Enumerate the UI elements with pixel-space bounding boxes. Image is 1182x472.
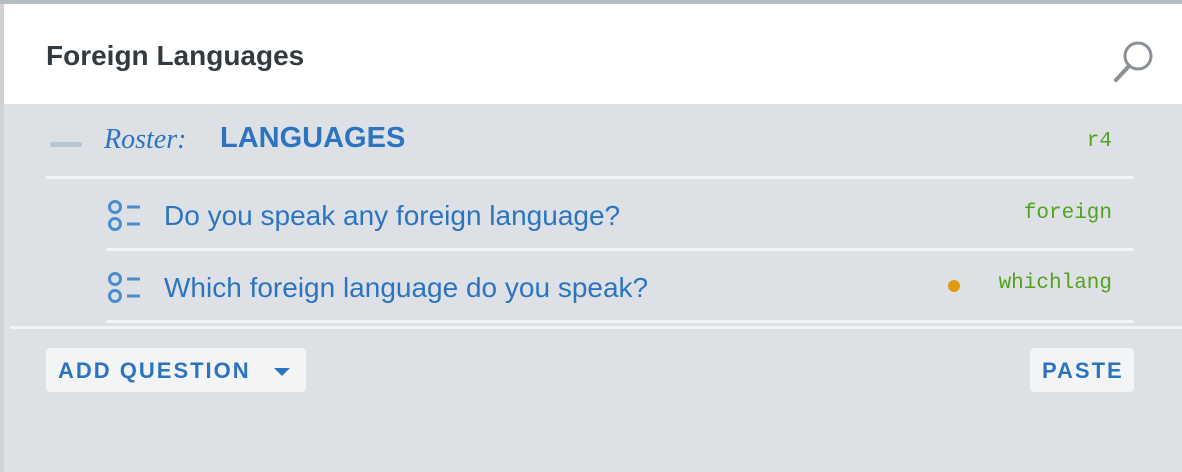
divider	[106, 248, 1134, 251]
single-choice-list-icon	[108, 200, 140, 231]
single-choice-list-icon	[108, 272, 140, 303]
divider	[46, 176, 1134, 179]
section-title: Foreign Languages	[46, 40, 305, 71]
question-variable: foreign	[1023, 202, 1112, 225]
chevron-down-icon[interactable]	[274, 368, 290, 376]
question-text: Do you speak any foreign language?	[164, 200, 621, 231]
add-question-label: ADD QUESTION	[58, 358, 251, 383]
roster-type-label: Roster:	[104, 124, 187, 155]
paste-button[interactable]: PASTE	[1030, 348, 1134, 392]
roster-variable: r4	[1086, 130, 1112, 153]
question-row[interactable]: Which foreign language do you speak? whi…	[106, 252, 1134, 320]
paste-label: PASTE	[1042, 358, 1124, 383]
question-row[interactable]: Do you speak any foreign language? forei…	[106, 180, 1134, 248]
question-variable: whichlang	[998, 272, 1112, 295]
question-text: Which foreign language do you speak?	[164, 272, 649, 303]
collapse-icon[interactable]	[50, 142, 82, 147]
divider	[106, 320, 1134, 323]
search-icon[interactable]	[1110, 38, 1160, 86]
roster-row[interactable]: Roster: LANGUAGES r4	[46, 104, 1134, 176]
section-divider	[10, 326, 1182, 329]
add-question-button[interactable]: ADD QUESTION	[46, 348, 306, 392]
warning-indicator	[948, 280, 960, 292]
section-header: Foreign Languages	[4, 4, 1182, 104]
roster-name: LANGUAGES	[220, 122, 406, 154]
